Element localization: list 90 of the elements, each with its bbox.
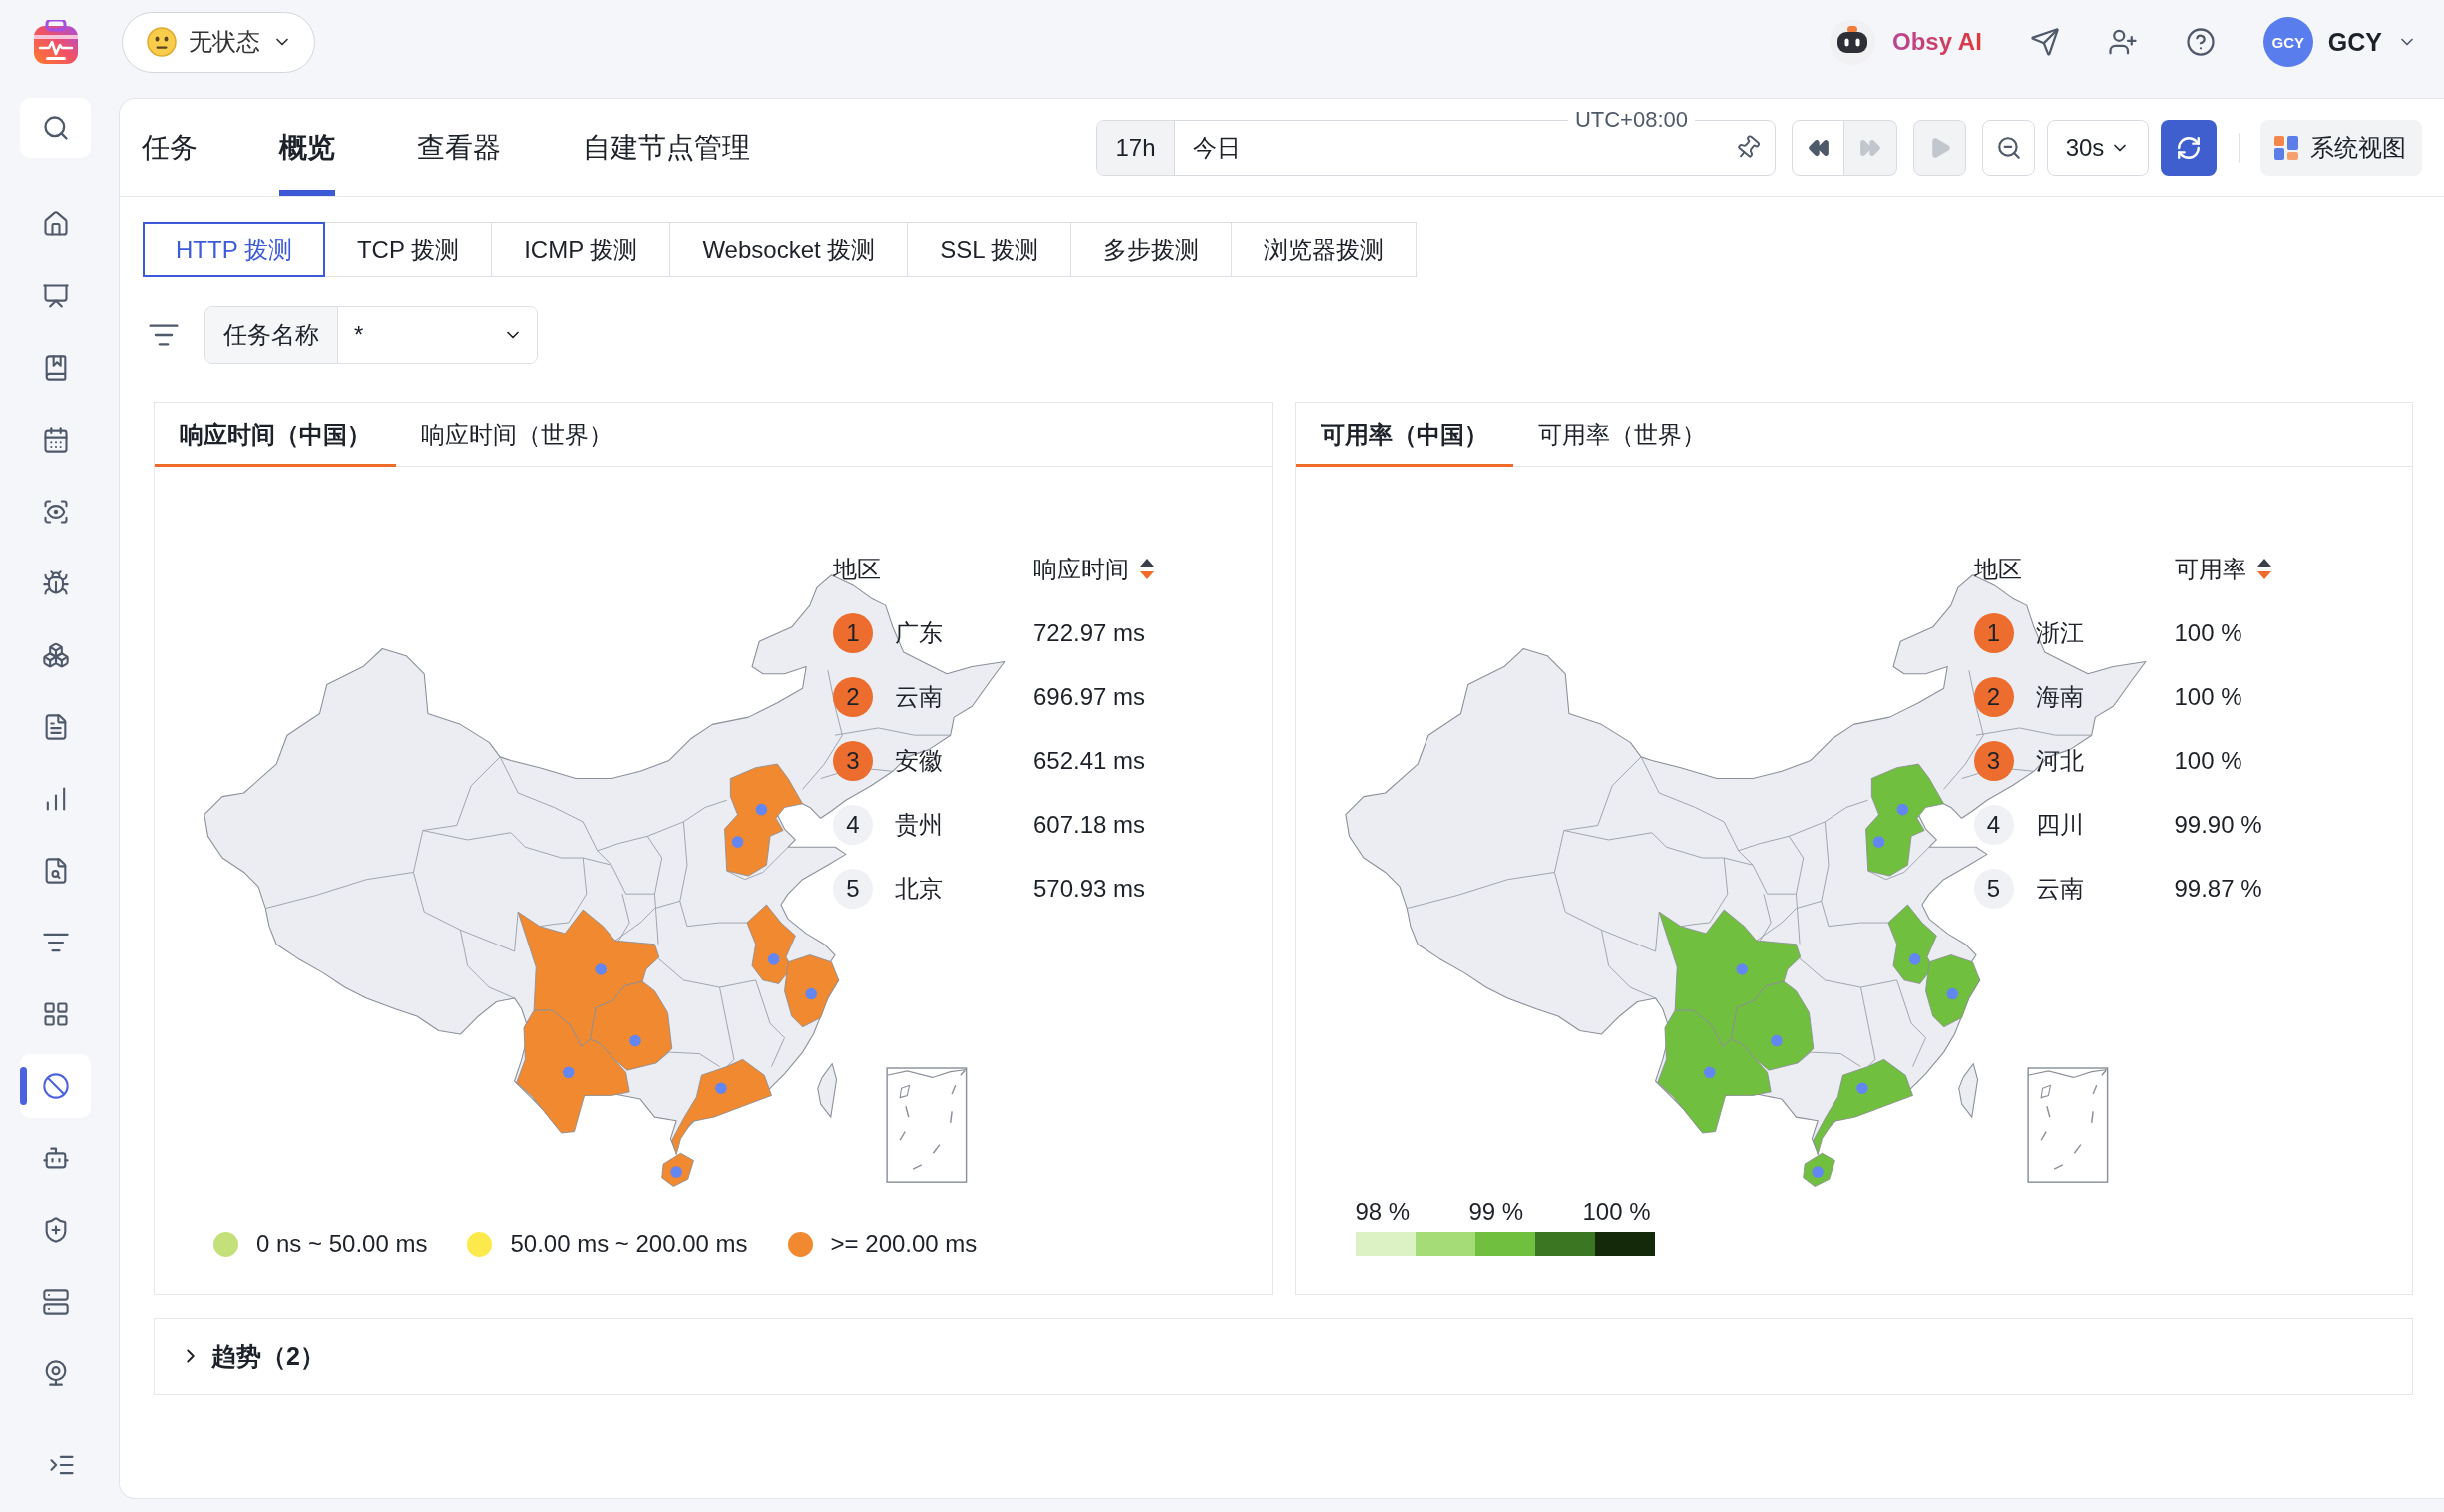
legend-label: 0 ns ~ 50.00 ms xyxy=(256,1230,428,1258)
add-user-button[interactable] xyxy=(2107,27,2138,57)
metric-value: 99.90 % xyxy=(2174,811,2263,839)
region-name: 云南 xyxy=(895,682,944,712)
map-tab[interactable]: 可用率（世界） xyxy=(1512,403,1731,467)
metric-value: 696.97 ms xyxy=(1033,683,1147,711)
grid-icon xyxy=(41,1000,70,1028)
presentation-board-icon xyxy=(41,282,70,310)
rank-marker: 5 xyxy=(833,869,873,909)
metric-value: 722.97 ms xyxy=(1033,619,1147,647)
metric-value: 100 % xyxy=(2174,747,2243,775)
sidebar-item[interactable] xyxy=(20,1054,91,1118)
refresh-interval-select[interactable]: 30s xyxy=(2047,120,2149,176)
region-name: 安徽 xyxy=(895,746,944,776)
scale-label: 99 % xyxy=(1468,1198,1525,1226)
probe-type-tab[interactable]: 多步拨测 xyxy=(1070,222,1233,277)
region-name: 海南 xyxy=(2035,682,2085,712)
help-button[interactable] xyxy=(2185,27,2216,57)
tab[interactable]: 任务 xyxy=(142,99,198,196)
paper-plane-icon xyxy=(2029,27,2060,57)
calendar-icon xyxy=(41,426,70,454)
robot-icon xyxy=(1830,19,1875,65)
sort-icon[interactable] xyxy=(2255,558,2272,581)
zoom-out-button[interactable] xyxy=(1982,120,2035,176)
region-name: 云南 xyxy=(2035,874,2085,904)
app-logo[interactable] xyxy=(34,20,78,64)
home-icon xyxy=(41,210,70,238)
zoom-out-icon xyxy=(1995,135,2022,161)
scale-label: 98 % xyxy=(1355,1198,1412,1226)
region-name: 北京 xyxy=(895,874,944,904)
rank-marker: 4 xyxy=(1973,805,2014,845)
region-name: 浙江 xyxy=(2035,618,2085,648)
stacked-boxes-icon xyxy=(41,641,70,669)
metric-value: 100 % xyxy=(2174,683,2243,711)
map-tab[interactable]: 响应时间（世界） xyxy=(396,403,637,467)
metric-value: 607.18 ms xyxy=(1033,811,1147,839)
metric-value: 570.93 ms xyxy=(1033,875,1147,903)
metric-value: 100 % xyxy=(2174,619,2243,647)
bug-icon xyxy=(41,569,70,597)
user-avatar[interactable]: GCY xyxy=(2262,17,2313,67)
map-tab[interactable]: 响应时间（中国） xyxy=(155,403,396,467)
trend-section-header[interactable]: 趋势（2） xyxy=(154,1318,2413,1395)
legend-label: 50.00 ms ~ 200.00 ms xyxy=(510,1230,748,1258)
region-name: 广东 xyxy=(895,618,944,648)
rewind-icon xyxy=(1807,137,1830,159)
user-name[interactable]: GCY xyxy=(2327,27,2382,57)
map-tab[interactable]: 可用率（中国） xyxy=(1295,403,1513,467)
rewind-button[interactable] xyxy=(1792,120,1844,176)
rank-marker: 4 xyxy=(833,805,873,845)
send-button[interactable] xyxy=(2029,27,2060,57)
slashed-circle-icon xyxy=(41,1072,70,1100)
grid-icon xyxy=(2274,136,2298,160)
column-header: 地区 xyxy=(1973,555,2023,584)
metric-value: 99.87 % xyxy=(2174,875,2263,903)
selection-indicator xyxy=(20,1067,27,1105)
tab[interactable]: 概览 xyxy=(279,99,335,196)
refresh-button[interactable] xyxy=(2161,120,2217,176)
system-view-button[interactable]: 系统视图 xyxy=(2260,120,2422,176)
tab[interactable]: 自建节点管理 xyxy=(583,99,750,196)
sort-icon[interactable] xyxy=(1139,558,1155,581)
refresh-icon xyxy=(2176,135,2202,161)
status-select[interactable]: 无状态 xyxy=(122,11,315,73)
server-icon xyxy=(41,1288,70,1316)
column-header: 可用率 xyxy=(2174,555,2246,584)
duration-label[interactable]: 17h xyxy=(1097,121,1175,175)
scan-eye-icon xyxy=(41,498,70,526)
legend-label: >= 200.00 ms xyxy=(830,1230,978,1258)
region-name: 四川 xyxy=(2035,810,2085,840)
search-icon xyxy=(41,114,70,142)
column-header: 地区 xyxy=(833,555,882,584)
column-header: 响应时间 xyxy=(1033,555,1129,584)
search-button[interactable] xyxy=(20,98,91,158)
fast-forward-icon xyxy=(1859,137,1881,159)
neutral-face-icon xyxy=(147,27,177,57)
rank-marker: 5 xyxy=(1973,869,2014,909)
filter-label: 任务名称 xyxy=(205,307,338,363)
probe-type-tab[interactable]: Websocket 拨测 xyxy=(669,222,909,277)
user-plus-icon xyxy=(2107,27,2138,57)
probe-type-tab[interactable]: 浏览器拨测 xyxy=(1231,222,1418,277)
help-icon xyxy=(2185,27,2216,57)
scale-label: 100 % xyxy=(1582,1198,1652,1226)
region-name: 贵州 xyxy=(895,810,944,840)
metric-value: 652.41 ms xyxy=(1033,747,1147,775)
obsy-ai-button[interactable]: Obsy AI xyxy=(1830,19,1982,65)
probe-type-tab[interactable]: ICMP 拨测 xyxy=(491,222,671,277)
probe-type-tab[interactable]: SSL 拨测 xyxy=(907,222,1072,277)
probe-type-tab[interactable]: HTTP 拨测 xyxy=(143,222,325,277)
tab[interactable]: 查看器 xyxy=(417,99,501,196)
region-name: 河北 xyxy=(2035,746,2085,776)
probe-type-tab[interactable]: TCP 拨测 xyxy=(323,222,493,277)
